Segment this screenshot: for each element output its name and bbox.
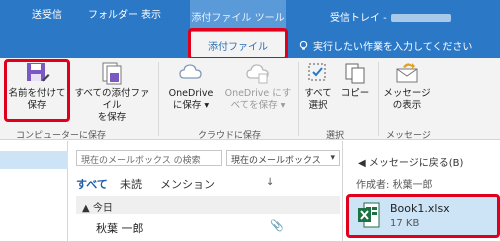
back-to-message-label: メッセージに戻る(B) — [368, 158, 464, 169]
group-label-cloud: クラウドに保存 — [198, 131, 262, 141]
filter-unread[interactable]: 未読 — [120, 176, 142, 192]
tell-me-box[interactable]: 実行したい作業を入力してください — [298, 38, 472, 53]
paperclip-icon: 📎 — [270, 219, 284, 232]
window-title-text: 受信トレイ - — [330, 13, 387, 24]
back-to-message-link[interactable]: ◀ メッセージに戻る(B) — [358, 154, 463, 169]
excel-file-icon — [358, 202, 380, 228]
select-all-label: すべて 選択 — [304, 88, 332, 111]
cloud-icon — [179, 64, 202, 79]
filter-mention[interactable]: メンション — [160, 176, 215, 192]
lightbulb-icon — [299, 40, 308, 50]
author-name: 秋葉一郎 — [392, 180, 433, 191]
sort-arrow-icon[interactable]: ↓ — [266, 177, 274, 188]
group-header-today[interactable]: ▲ 今日 — [76, 196, 340, 214]
show-message-label: メッセージ の表示 — [383, 88, 431, 111]
save-all-attachments-button[interactable]: すべての添付ファイル を保存 — [70, 60, 154, 123]
copy-button[interactable]: コピー — [338, 60, 372, 122]
attachment-size: 17 KB — [390, 218, 420, 229]
save-all-icon — [102, 62, 122, 85]
save-all-label: すべての添付ファイル を保存 — [74, 88, 150, 123]
tab-send-receive[interactable]: 送受信 — [32, 6, 62, 21]
group-label-select: 選択 — [326, 131, 345, 141]
redacted-email — [390, 14, 451, 22]
select-all-button[interactable]: すべて 選択 — [300, 60, 336, 122]
chevron-down-icon: ▾ — [330, 153, 335, 163]
tab-view[interactable]: 表示 — [141, 6, 161, 21]
folder-pane — [0, 141, 68, 241]
save-as-label: 名前を付けて 保存 — [8, 88, 66, 111]
attachment-tools-label: 添付ファイル ツール — [190, 0, 286, 32]
ribbon-separator — [378, 62, 379, 136]
tab-folder[interactable]: フォルダー — [88, 6, 138, 21]
window-title: 受信トレイ - — [330, 9, 451, 24]
attachment-filename: Book1.xlsx — [390, 202, 450, 215]
message-sender[interactable]: 秋葉 一郎 — [96, 220, 144, 236]
copy-label: コピー — [340, 88, 370, 99]
ribbon-separator — [298, 62, 299, 136]
filter-all[interactable]: すべて — [76, 176, 108, 192]
back-arrow-icon: ◀ — [358, 158, 366, 169]
show-message-button[interactable]: メッセージ の表示 — [382, 60, 432, 122]
group-label-computer: コンピューターに保存 — [16, 131, 107, 141]
select-all-icon — [308, 63, 326, 81]
attachment-item[interactable]: Book1.xlsx 17 KB — [348, 196, 498, 236]
search-input[interactable]: 現在のメールボックス の検索 — [76, 150, 222, 166]
selected-folder[interactable] — [0, 151, 68, 169]
cloud-multi-icon — [246, 64, 269, 84]
tab-attachment[interactable]: 添付ファイル — [190, 32, 286, 58]
copy-icon — [345, 63, 365, 84]
ribbon-separator — [158, 62, 159, 136]
search-scope-value: 現在のメールボックス — [231, 156, 321, 166]
save-as-button[interactable]: 名前を付けて 保存 — [6, 60, 68, 122]
author-label: 作成者: — [356, 180, 390, 191]
save-all-to-onedrive-button: OneDrive にす べてを保存 ▾ — [220, 60, 296, 122]
onedrive-all-label: OneDrive にす べてを保存 ▾ — [224, 88, 292, 111]
author-line: 作成者: 秋葉一郎 — [356, 176, 433, 191]
tell-me-text: 実行したい作業を入力してください — [313, 42, 473, 53]
search-scope-dropdown[interactable]: 現在のメールボックス ▾ — [226, 150, 340, 166]
save-to-onedrive-button[interactable]: OneDrive に保存 ▾ — [162, 60, 220, 122]
onedrive-save-label: OneDrive に保存 ▾ — [168, 88, 214, 111]
group-label-message: メッセージ — [386, 131, 431, 141]
envelope-arrow-icon — [396, 63, 418, 83]
floppy-disk-icon — [27, 63, 50, 82]
